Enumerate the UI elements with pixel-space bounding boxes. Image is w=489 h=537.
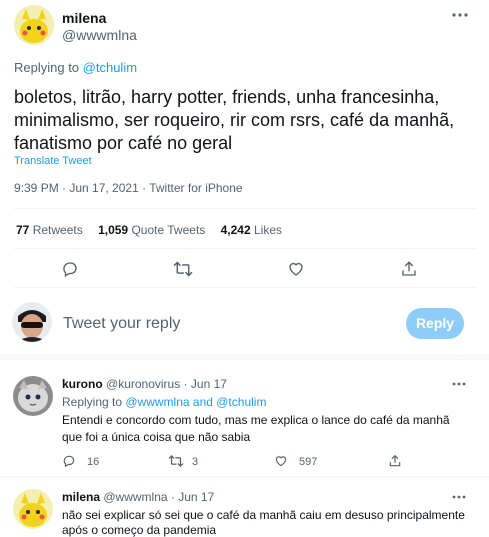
reply-text-line: após o começo da pandemia bbox=[62, 523, 217, 537]
tweet-text-line: minimalismo, ser roqueiro, rir com rsrs,… bbox=[14, 110, 455, 130]
share-icon[interactable] bbox=[388, 454, 402, 468]
reply-handle-time[interactable]: @wwwmlna · Jun 17 bbox=[103, 490, 214, 504]
tweet-text: boletos, litrão, harry potter, friends, … bbox=[14, 86, 484, 155]
author-avatar[interactable] bbox=[14, 5, 54, 45]
reply-retweets-count: 3 bbox=[192, 456, 199, 468]
more-horizontal-icon[interactable] bbox=[452, 12, 468, 18]
retweets-stat[interactable]: 77 Retweets bbox=[16, 223, 83, 237]
reply-author-name[interactable]: milena bbox=[62, 490, 100, 504]
author-handle[interactable]: @wwwmlna bbox=[62, 27, 137, 43]
author-name[interactable]: milena bbox=[62, 10, 106, 26]
reply-text-line: não sei explicar só sei que o café da ma… bbox=[62, 508, 465, 522]
replying-to-prefix: Replying to bbox=[14, 60, 83, 75]
retweet-icon[interactable] bbox=[173, 260, 193, 278]
quotes-stat[interactable]: 1,059 Quote Tweets bbox=[98, 223, 205, 237]
likes-count: 4,242 bbox=[220, 223, 251, 237]
reply-text: Entendi e concordo com tudo, mas me expl… bbox=[62, 412, 482, 446]
retweet-icon[interactable] bbox=[168, 454, 184, 468]
tweet-text-line: boletos, litrão, harry potter, friends, … bbox=[14, 87, 440, 107]
replying-to-mention[interactable]: @tchulim bbox=[83, 60, 137, 75]
reply-avatar[interactable] bbox=[13, 489, 53, 529]
reply-likes-count: 597 bbox=[299, 456, 318, 468]
section-divider bbox=[0, 354, 489, 360]
divider bbox=[14, 248, 476, 249]
retweets-label: Retweets bbox=[32, 223, 83, 237]
reply-text: não sei explicar só sei que o café da ma… bbox=[62, 508, 486, 537]
current-user-avatar[interactable] bbox=[12, 302, 52, 342]
reply-text-line: Entendi e concordo com tudo, mas me expl… bbox=[62, 413, 450, 427]
likes-stat[interactable]: 4,242 Likes bbox=[221, 223, 282, 237]
divider bbox=[0, 476, 489, 477]
replying-to-mentions[interactable]: @wwwmlna and @tchulim bbox=[125, 395, 266, 409]
tweet-text-line: fanatismo por café no geral bbox=[14, 133, 233, 153]
share-icon[interactable] bbox=[400, 260, 418, 278]
reply-author-name[interactable]: kurono bbox=[62, 377, 103, 391]
heart-icon[interactable] bbox=[287, 260, 305, 278]
more-horizontal-icon[interactable] bbox=[452, 381, 466, 387]
replying-to-prefix: Replying to bbox=[62, 395, 126, 409]
reply-icon[interactable] bbox=[62, 454, 76, 468]
reply-handle-time[interactable]: @kuronovirus · Jun 17 bbox=[106, 377, 227, 391]
reply-avatar[interactable] bbox=[13, 376, 53, 416]
divider bbox=[14, 287, 476, 288]
likes-label: Likes bbox=[254, 223, 283, 237]
translate-tweet-link[interactable]: Translate Tweet bbox=[14, 155, 92, 167]
replying-to-line: Replying to @tchulim bbox=[14, 60, 137, 75]
tweet-timestamp[interactable]: 9:39 PM · Jun 17, 2021 · Twitter for iPh… bbox=[14, 181, 243, 195]
divider bbox=[14, 208, 476, 209]
heart-icon[interactable] bbox=[274, 454, 288, 468]
reply-icon[interactable] bbox=[61, 260, 79, 278]
reply-text-line: que foi a única coisa que não sabia bbox=[62, 430, 251, 444]
reply-header: milena @wwwmlna · Jun 17 bbox=[62, 490, 214, 504]
more-horizontal-icon[interactable] bbox=[452, 494, 466, 500]
quotes-count: 1,059 bbox=[98, 223, 129, 237]
reply-button[interactable]: Reply bbox=[406, 308, 464, 339]
retweets-count: 77 bbox=[16, 223, 30, 237]
tweet-stats: 77 Retweets 1,059 Quote Tweets 4,242 Lik… bbox=[16, 223, 282, 237]
quotes-label: Quote Tweets bbox=[131, 223, 206, 237]
reply-replying-to: Replying to @wwwmlna and @tchulim bbox=[62, 395, 266, 409]
reply-input[interactable]: Tweet your reply bbox=[63, 315, 180, 333]
reply-header: kurono @kuronovirus · Jun 17 bbox=[62, 377, 227, 391]
reply-replies-count: 16 bbox=[87, 456, 100, 468]
